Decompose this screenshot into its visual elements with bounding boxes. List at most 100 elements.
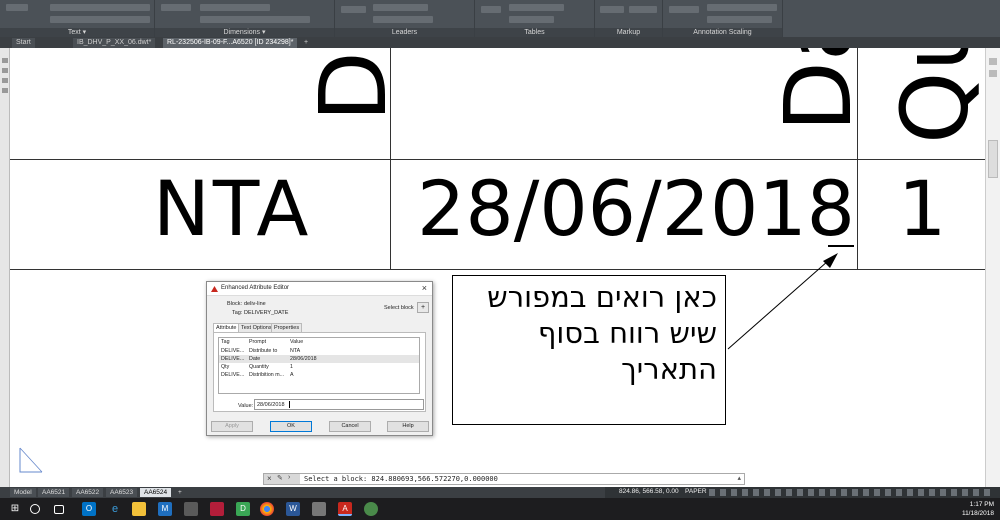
paper-mode-button[interactable]: PAPER [685,488,707,495]
start-icon[interactable]: ⊞ [8,502,22,516]
row-prompt: Distribute to [249,348,278,354]
search-icon[interactable] [30,504,40,514]
task-view-icon[interactable] [54,505,64,514]
table-row[interactable]: DELIVE... Distribute to NTA [219,347,419,355]
table-row-selected[interactable]: DELIVE... Date 28/06/2018 [219,355,419,363]
table-row[interactable]: DELIVE... Distribition m... A [219,371,419,379]
tab-properties[interactable]: Properties [271,323,303,332]
column-header[interactable]: Tag [221,339,230,345]
ribbon-group-label[interactable]: Tables [475,28,594,37]
ok-button[interactable]: OK [270,421,312,432]
nav-icon[interactable] [989,58,997,65]
autocad-icon[interactable]: A [338,502,352,516]
ribbon-group-label[interactable]: Annotation Scaling [663,28,782,37]
text-cursor [289,401,290,408]
apply-button[interactable]: Apply [211,421,253,432]
row-tag: DELIVE... [221,372,245,378]
chevron-right-icon[interactable]: › [288,474,290,481]
command-line[interactable]: × ✎ › Select a block: 824.880693,566.572… [263,473,745,485]
attribute-list[interactable]: Tag Prompt Value DELIVE... Distribute to… [218,337,420,394]
enhanced-attribute-editor-dialog: Enhanced Attribute Editor × Block: deliv… [206,281,433,436]
row-value: NTA [290,348,301,354]
layout-tab-model[interactable]: Model [10,488,36,497]
status-toggle-icons[interactable] [709,489,995,496]
cancel-button[interactable]: Cancel [329,421,371,432]
row-prompt: Quantity [249,364,269,370]
store-icon[interactable] [184,502,198,516]
table-row[interactable]: Qty Quantity 1 [219,363,419,371]
tool-icon[interactable] [2,88,8,93]
row-tag: DELIVE... [221,356,245,362]
nav-icon[interactable] [989,70,997,77]
navigation-bar [985,48,1000,487]
app-icon[interactable] [312,502,326,516]
command-line-controls: × ✎ › [264,474,300,484]
row-tag: Qty [221,364,230,370]
select-block-label: Select block [384,305,414,311]
layout-tab[interactable]: AA6522 [72,488,104,497]
ribbon-group-text: Text ▾ [0,0,155,37]
d-app-icon[interactable]: D [236,502,250,516]
command-prompt-text: Select a block: 824.880693,566.572270,0.… [304,475,498,483]
dialog-title: Enhanced Attribute Editor [221,285,290,291]
ribbon-group-dimensions: Dimensions ▾ [155,0,335,37]
system-clock[interactable]: 1:17 PM 11/18/2018 [962,500,994,518]
edge-icon[interactable]: e [108,502,122,516]
dialog-titlebar[interactable]: Enhanced Attribute Editor × [207,282,432,296]
file-tab[interactable]: IB_DHV_P_XX_06.dwt* [73,38,156,48]
column-header[interactable]: Value [290,339,303,345]
callout-line: שיש רווח בסוף [537,316,717,350]
row-value: A [290,372,294,378]
ribbon-group-label[interactable]: Markup [595,28,662,37]
callout-line: כאן רואים במפורש [487,280,717,314]
clock-date: 11/18/2018 [961,510,994,517]
select-block-button[interactable]: + [417,302,429,313]
block-value: deliv-line [244,301,266,307]
coordinates-readout: 824.86, 566.58, 0.00 [619,488,679,495]
chrome-icon[interactable] [260,502,274,516]
ribbon-group-tables: Tables [475,0,595,37]
value-input-text: 28/06/2018 [257,402,285,408]
ribbon-group-leaders: Leaders [335,0,475,37]
ribbon-group-markup: Markup [595,0,663,37]
ribbon-group-annotation-scaling: Annotation Scaling [663,0,783,37]
app-icon[interactable] [364,502,378,516]
file-tab-start[interactable]: Start [12,38,35,48]
scroll-thumb[interactable] [988,140,998,178]
tool-icon[interactable] [2,58,8,63]
layout-tab-active[interactable]: AA6524 [140,488,172,497]
close-icon[interactable]: × [422,283,427,293]
new-layout-button[interactable]: + [174,488,186,497]
explorer-icon[interactable] [132,502,146,516]
tab-attribute[interactable]: Attribute [213,323,240,332]
new-tab-button[interactable]: + [300,38,312,48]
value-label: Value: [238,403,254,409]
outlook-icon[interactable]: O [82,502,96,516]
wrench-icon[interactable]: ✎ [277,474,283,482]
row-tag: DELIVE... [221,348,245,354]
file-tab-active[interactable]: RL-232506-IB-09-F...A6520 [ID 234298]* [163,38,298,48]
tab-text-options[interactable]: Text Options [238,323,275,332]
chevron-up-icon[interactable]: ▴ [737,474,741,482]
close-icon[interactable]: × [267,474,272,483]
file-tab-bar: Start IB_DHV_P_XX_06.dwt* RL-232506-IB-0… [0,37,1000,48]
autocad-icon [211,286,218,292]
block-label: Block: [227,301,242,307]
word-icon[interactable]: W [286,502,300,516]
layout-tab[interactable]: AA6523 [106,488,138,497]
ribbon: Text ▾ Dimensions ▾ Leaders Tables Marku… [0,0,1000,37]
tool-icon[interactable] [2,78,8,83]
row-value: 28/06/2018 [290,356,317,362]
ribbon-group-label[interactable]: Dimensions ▾ [155,28,334,37]
m-app-icon[interactable]: M [158,502,172,516]
ribbon-group-label[interactable]: Leaders [335,28,474,37]
ucs-icon [19,447,43,473]
help-button[interactable]: Help [387,421,429,432]
tool-icon[interactable] [2,68,8,73]
column-header[interactable]: Prompt [249,339,266,345]
layout-tab[interactable]: AA6521 [38,488,70,497]
ribbon-group-label[interactable]: Text ▾ [0,28,154,37]
app-icon[interactable] [210,502,224,516]
value-input[interactable]: 28/06/2018 [254,399,424,410]
row-prompt: Date [249,356,261,362]
